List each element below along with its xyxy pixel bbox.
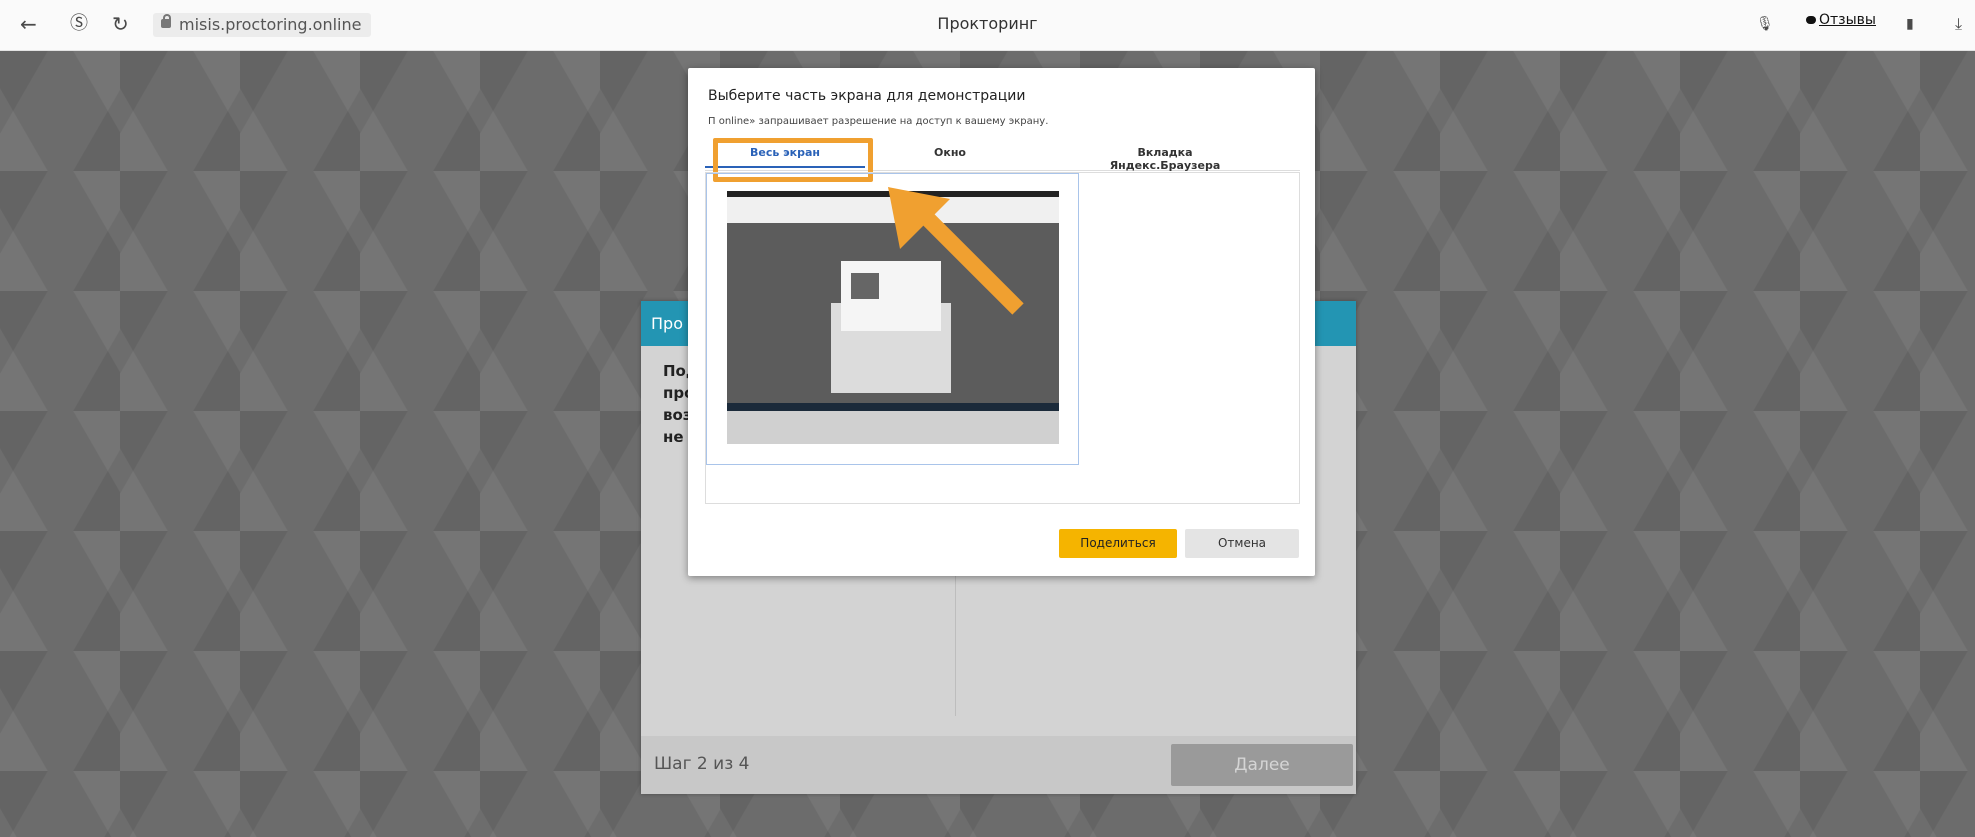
annotation-arrow-icon bbox=[888, 187, 1024, 315]
preview-taskbar bbox=[727, 403, 1059, 411]
bookmark-icon[interactable]: ▮ bbox=[1906, 14, 1914, 34]
share-button[interactable]: Поделиться bbox=[1059, 529, 1177, 558]
download-icon[interactable]: ⤓ bbox=[1955, 14, 1962, 34]
preview-thumb bbox=[851, 273, 879, 299]
dialog-subtitle: П online» запрашивает разрешение на дост… bbox=[708, 116, 1049, 127]
wizard-footer: Шаг 2 из 4 Далее bbox=[641, 736, 1356, 794]
tab-window[interactable]: Окно bbox=[920, 146, 980, 159]
step-indicator: Шаг 2 из 4 bbox=[654, 754, 750, 774]
speech-bubble-icon bbox=[1806, 16, 1816, 24]
tab-browser-tab[interactable]: Вкладка Яндекс.Браузера bbox=[1085, 146, 1245, 172]
cancel-button[interactable]: Отмена bbox=[1185, 529, 1299, 558]
page-title: Прокторинг bbox=[937, 14, 1038, 33]
next-button[interactable]: Далее bbox=[1171, 744, 1353, 786]
reviews-link[interactable]: Отзывы bbox=[1806, 12, 1876, 28]
microphone-icon[interactable]: 🎙 bbox=[1756, 14, 1774, 34]
preview-bottom bbox=[727, 411, 1059, 444]
dialog-title: Выберите часть экрана для демонстрации bbox=[708, 88, 1026, 104]
reviews-label: Отзывы bbox=[1819, 12, 1876, 28]
browser-toolbar: ← Ⓢ ↻ misis.proctoring.online Прокторинг… bbox=[0, 0, 1975, 51]
